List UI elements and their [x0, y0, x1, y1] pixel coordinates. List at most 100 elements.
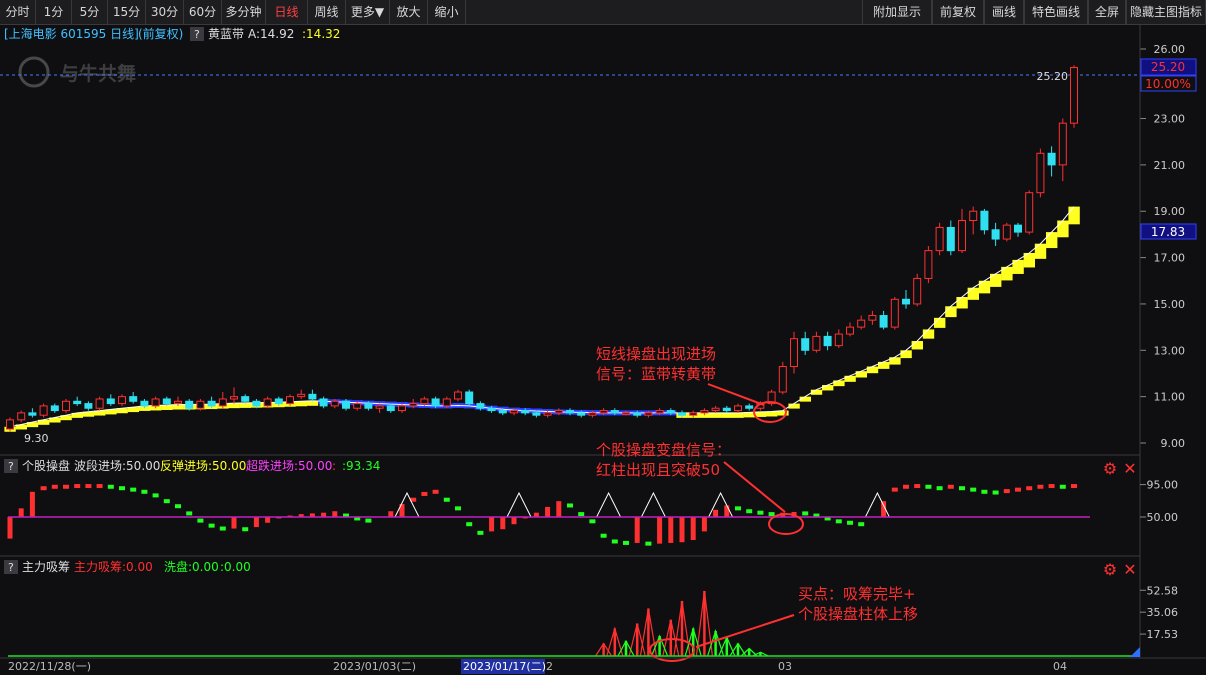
sub1-name: 个股操盘: [22, 458, 70, 473]
candle-body: [823, 335, 832, 347]
tab-2[interactable]: 5分: [72, 0, 108, 24]
tab-10[interactable]: 放大: [390, 0, 428, 24]
candle-body: [913, 277, 922, 305]
candle-body: [140, 400, 149, 407]
candle-body: [599, 410, 608, 414]
annotation-2-line2: 红柱出现且突破50: [596, 461, 720, 479]
candle-body: [252, 400, 261, 407]
candle-body: [73, 400, 82, 405]
sub1-step: [970, 487, 977, 492]
help-icon: ?: [194, 28, 200, 41]
toolbar-button-5[interactable]: 隐藏主图指标: [1126, 0, 1206, 24]
close-icon[interactable]: ✕: [1123, 560, 1136, 579]
candle-body: [431, 398, 440, 407]
sub1-step: [992, 490, 999, 495]
price-tick-label: 21.00: [1154, 159, 1186, 172]
tab-3[interactable]: 15分: [108, 0, 146, 24]
candle-body: [879, 315, 888, 328]
toolbar-button-2[interactable]: 画线: [984, 0, 1024, 24]
sub1-step: [645, 541, 652, 546]
band-segment: [732, 412, 744, 418]
stock-title: [上海电影 601595 日线]: [4, 26, 139, 41]
sub1-triangle: [506, 491, 532, 518]
tab-7[interactable]: 日线: [266, 0, 308, 24]
band-segment: [900, 350, 912, 359]
resize-corner-icon[interactable]: [1130, 647, 1140, 657]
candle-body: [398, 405, 406, 412]
tab-9[interactable]: 更多▼: [346, 0, 390, 24]
toolbar-button-3[interactable]: 特色画线: [1024, 0, 1088, 24]
price-tick-label: 19.00: [1154, 205, 1186, 218]
last-price-value: 25.20: [1151, 60, 1185, 74]
sub1-step: [208, 523, 215, 528]
tab-6[interactable]: 多分钟: [222, 0, 266, 24]
band-segment: [844, 375, 856, 382]
toolbar-button-0[interactable]: 附加显示: [862, 0, 932, 24]
band-segment: [911, 341, 923, 350]
candle-body: [442, 398, 451, 407]
sub1-step: [1015, 487, 1021, 492]
candle-body: [151, 398, 160, 407]
tab-8[interactable]: 周线: [308, 0, 346, 24]
candle-body: [330, 400, 339, 407]
candle-body: [958, 220, 966, 252]
candle-body: [532, 412, 541, 416]
candle-body: [118, 396, 126, 405]
toolbar-button-1[interactable]: 前复权: [932, 0, 984, 24]
sub1-step: [611, 539, 618, 544]
tab-1[interactable]: 1分: [36, 0, 72, 24]
candle-body: [633, 412, 642, 416]
sub1-step: [600, 533, 607, 538]
candle-body: [1070, 67, 1078, 124]
tab-5[interactable]: 60分: [184, 0, 222, 24]
candle-body: [935, 226, 944, 252]
candle-body: [778, 366, 787, 393]
band-segment: [1046, 232, 1058, 249]
sub1-step: [163, 499, 170, 504]
sub1-step: [130, 487, 137, 492]
sub1-step: [858, 522, 865, 527]
candle-body: [745, 405, 754, 409]
date-label: 03: [778, 660, 792, 673]
sub1-step: [936, 486, 943, 491]
sub2-tick-label: 17.53: [1147, 628, 1179, 641]
price-panel-bg: [0, 25, 1140, 455]
candle-body: [1014, 224, 1022, 233]
watermark-text: 与牛共舞: [60, 62, 136, 85]
sub2-legend-3: :0.00: [220, 560, 251, 574]
gear-icon[interactable]: ⚙: [1103, 560, 1117, 579]
sub2-legend-1: 主力吸筹:0.00: [74, 560, 153, 574]
band-segment: [766, 411, 778, 417]
sub1-step: [96, 484, 103, 489]
date-label: 04: [1053, 660, 1067, 673]
toolbar-button-4[interactable]: 全屏: [1088, 0, 1126, 24]
candle-body: [386, 405, 395, 412]
sub1-legend-1: 波段进场:50.00: [74, 458, 160, 473]
candle-body: [980, 210, 989, 231]
candle-body: [465, 391, 474, 405]
candle-body: [678, 412, 686, 416]
sub1-legend-2: 反弹进场:50.00: [160, 459, 246, 473]
sub1-step: [891, 487, 898, 492]
gear-icon[interactable]: ⚙: [1103, 459, 1117, 478]
sub1-legend-4: :: [332, 459, 336, 473]
sub1-step: [1026, 486, 1033, 491]
sub1-bar: [556, 501, 562, 517]
band-segment: [710, 412, 722, 418]
candle-body: [969, 210, 978, 222]
date-label: 2023/01/03(二): [333, 660, 416, 673]
tab-4[interactable]: 30分: [146, 0, 184, 24]
sub1-step: [477, 530, 484, 535]
candle-body: [577, 412, 586, 416]
sub1-step: [835, 519, 842, 524]
candle-body: [1047, 152, 1056, 166]
band-segment: [1068, 206, 1080, 225]
sub2-spikes: [595, 590, 769, 657]
candle-body: [812, 335, 821, 351]
candle-body: [857, 319, 866, 328]
candle-body: [6, 419, 14, 430]
close-icon[interactable]: ✕: [1123, 459, 1136, 478]
sub1-bar: [265, 517, 271, 523]
tab-11[interactable]: 缩小: [428, 0, 466, 24]
tab-0[interactable]: 分时: [0, 0, 36, 24]
